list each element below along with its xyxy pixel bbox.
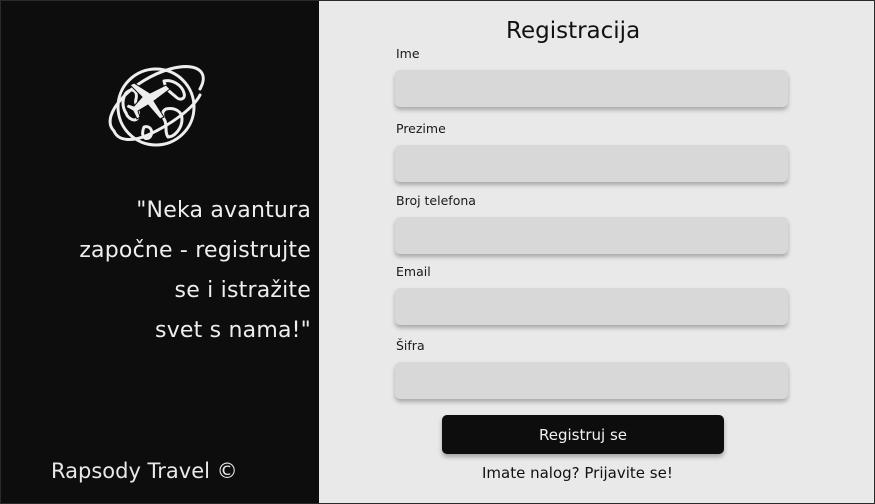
tagline-line: se i istražite [174, 278, 311, 303]
tagline-line: započne - registrujte [79, 238, 311, 263]
email-input[interactable] [395, 288, 788, 325]
registration-page: "Neka avantura započne - registrujte se … [0, 0, 875, 504]
tagline-line: svet s nama!" [155, 318, 311, 343]
login-link[interactable]: Imate nalog? Prijavite se! [482, 464, 673, 482]
first-name-label: Ime [396, 46, 420, 61]
form-title: Registracija [506, 18, 641, 44]
last-name-input[interactable] [395, 145, 788, 182]
branding-panel: "Neka avantura započne - registrujte se … [1, 1, 319, 503]
tagline-line: "Neka avantura [136, 198, 311, 223]
last-name-label: Prezime [396, 121, 446, 136]
email-label: Email [396, 264, 431, 279]
phone-input[interactable] [395, 217, 788, 254]
globe-airplane-icon [108, 65, 205, 147]
brand-name: Rapsody Travel © [51, 459, 238, 483]
password-input[interactable] [395, 362, 788, 399]
first-name-input[interactable] [395, 70, 788, 107]
phone-label: Broj telefona [396, 193, 476, 208]
tagline: "Neka avantura započne - registrujte se … [11, 191, 311, 351]
register-button[interactable]: Registruj se [442, 415, 724, 454]
password-label: Šifra [396, 338, 425, 353]
